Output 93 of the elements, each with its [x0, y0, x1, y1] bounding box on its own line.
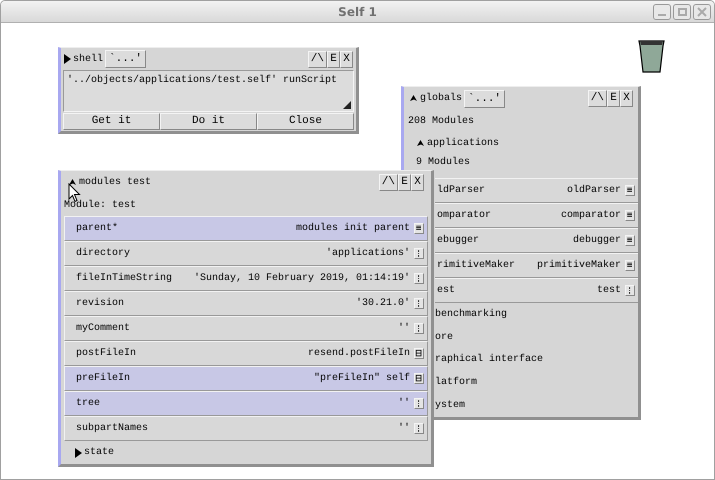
slot-row[interactable]: parent* modules init parent — [64, 216, 428, 242]
module-count: 208 Modules — [408, 114, 474, 130]
slot-value: resend.postFileIn — [308, 346, 410, 362]
slot-value: debugger — [572, 234, 621, 248]
slot-name: rimitiveMaker — [437, 258, 516, 273]
category-label[interactable]: ystem — [435, 398, 466, 414]
slot-name: est — [437, 284, 456, 298]
slot-name: preFileIn — [76, 372, 130, 386]
equals-button-icon[interactable] — [625, 185, 635, 196]
header-button[interactable]: /\ — [378, 174, 398, 192]
shell-title: shell — [73, 52, 104, 66]
shell-action-button[interactable]: Close — [257, 113, 354, 130]
category-label[interactable]: benchmarking — [435, 306, 508, 322]
slot-row[interactable]: preFileIn "preFileIn" self — [64, 366, 428, 392]
header-button[interactable]: E — [398, 174, 411, 192]
slot-row[interactable]: myComment '' — [64, 316, 428, 342]
category-label[interactable]: latform — [435, 375, 478, 390]
header-button[interactable]: E — [607, 90, 620, 108]
slot-row[interactable]: subpartNames '' — [64, 416, 428, 442]
section-title[interactable]: state — [84, 445, 114, 460]
expand-triangle-icon[interactable] — [75, 448, 82, 458]
shell-action-button[interactable]: Get it — [63, 113, 160, 130]
slot-value: modules init parent — [296, 222, 410, 236]
slot-row[interactable]: est test — [435, 278, 638, 303]
menu-button[interactable]: `...' — [464, 90, 506, 108]
menu-button[interactable]: `...' — [105, 50, 146, 68]
updown-button-icon[interactable] — [625, 284, 635, 296]
slot-value: "preFileIn" self — [314, 372, 410, 386]
code-editor[interactable]: '../objects/applications/test.self' runScript — [63, 70, 354, 112]
updown-button-icon[interactable] — [414, 298, 424, 310]
header-button[interactable]: /\ — [308, 50, 327, 68]
window-title: Self 1 — [338, 4, 377, 20]
trash-icon[interactable] — [638, 38, 665, 74]
group-count: 9 Modules — [416, 156, 470, 169]
slot-name: subpartNames — [76, 422, 148, 436]
slot-row[interactable]: omparator comparator — [435, 203, 638, 228]
slot-name: revision — [76, 296, 124, 312]
collapse-triangle-icon[interactable] — [409, 94, 418, 104]
slot-row[interactable]: tree '' — [64, 391, 428, 416]
header-button[interactable]: X — [340, 50, 353, 68]
slot-row[interactable]: rimitiveMaker primitiveMaker — [435, 253, 638, 278]
slot-row[interactable]: revision '30.21.0' — [64, 291, 428, 316]
slot-row[interactable]: fileInTimeString 'Sunday, 10 February 2019, 01:14:19' — [64, 266, 428, 292]
updown-button-icon[interactable] — [414, 323, 424, 334]
slot-row[interactable]: ldParser oldParser — [435, 178, 638, 204]
slot-name: myComment — [76, 322, 130, 336]
equals-button-icon[interactable] — [625, 210, 635, 222]
slot-name: ebugger — [437, 234, 480, 248]
slot-row[interactable]: postFileIn resend.postFileIn — [64, 341, 428, 366]
slot-value: 'Sunday, 10 February 2019, 01:14:19' — [194, 272, 410, 286]
updown-button-icon[interactable] — [414, 398, 424, 410]
slot-name: postFileIn — [76, 346, 136, 362]
code-text: '../objects/applications/test.self' runScript — [67, 75, 338, 86]
slot-row[interactable]: ebugger debugger — [435, 228, 638, 253]
equals-button-icon[interactable] — [625, 260, 635, 271]
header-button[interactable]: E — [327, 50, 340, 68]
box-button-icon[interactable] — [414, 348, 424, 360]
slot-name: omparator — [437, 209, 492, 224]
slot-value: comparator — [560, 209, 621, 224]
slot-value: test — [596, 284, 621, 298]
updown-button-icon[interactable] — [414, 423, 424, 434]
header-button[interactable]: X — [620, 90, 633, 108]
equals-button-icon[interactable] — [625, 235, 635, 246]
slot-name: tree — [76, 397, 100, 412]
collapse-triangle-icon[interactable] — [68, 178, 77, 188]
resize-handle-icon[interactable] — [343, 101, 351, 109]
module-subtitle: Module: test — [64, 198, 136, 213]
updown-button-icon[interactable] — [414, 273, 424, 284]
slot-value: 'applications' — [326, 246, 410, 262]
category-label[interactable]: ore — [435, 330, 454, 344]
slot-value: '' — [398, 322, 410, 336]
updown-button-icon[interactable] — [414, 248, 424, 260]
slot-row[interactable]: directory 'applications' — [64, 241, 428, 266]
slot-value: primitiveMaker — [536, 258, 621, 273]
globals-title: globals — [420, 92, 462, 106]
slot-value: '' — [398, 396, 410, 412]
slot-value: '30.21.0' — [356, 296, 410, 312]
equals-button-icon[interactable] — [414, 223, 424, 234]
slot-value: '' — [398, 422, 410, 436]
shell-action-button[interactable]: Do it — [160, 113, 257, 130]
slot-value: oldParser — [566, 184, 621, 198]
category-label[interactable]: raphical interface — [435, 352, 544, 368]
header-button[interactable]: /\ — [588, 90, 607, 108]
slot-name: directory — [76, 246, 130, 262]
box-button-icon[interactable] — [414, 373, 424, 384]
slot-name: ldParser — [437, 184, 486, 198]
expand-triangle-icon[interactable] — [64, 54, 71, 64]
slot-name: parent* — [76, 222, 118, 236]
group-title: applications — [427, 136, 500, 152]
collapse-triangle-icon[interactable] — [416, 139, 425, 148]
modules-title: modules test — [79, 176, 152, 190]
header-button[interactable]: X — [411, 174, 424, 192]
slot-name: fileInTimeString — [76, 272, 172, 286]
